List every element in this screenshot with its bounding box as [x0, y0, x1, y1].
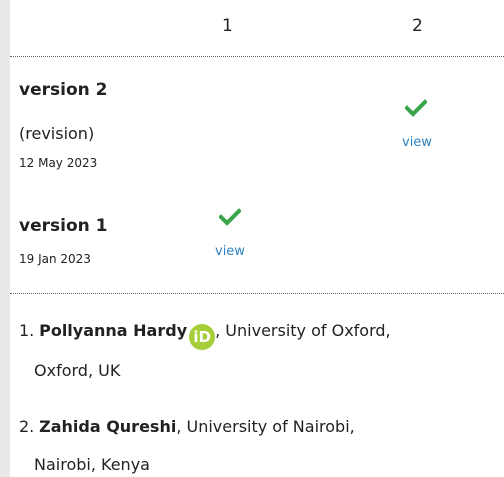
author-name[interactable]: Zahida Qureshi: [39, 417, 176, 436]
top-divider: [10, 56, 504, 57]
version-2-view-link[interactable]: view: [402, 135, 432, 150]
version-1-title: version 1: [19, 216, 108, 236]
version-2-date: 12 May 2023: [19, 156, 98, 170]
column-header-1: 1: [222, 16, 233, 36]
version-1-date: 19 Jan 2023: [19, 252, 91, 266]
version-2-title: version 2: [19, 80, 108, 100]
column-header-2: 2: [412, 16, 423, 36]
author-number: 2.: [19, 417, 35, 436]
author-2-affiliation-line2: Nairobi, Kenya: [34, 455, 150, 474]
left-gutter: [0, 0, 10, 477]
check-icon: [219, 208, 241, 226]
version-1-view-link[interactable]: view: [215, 244, 245, 259]
author-affiliation: , University of Oxford,: [215, 321, 391, 340]
author-affiliation: , University of Nairobi,: [176, 417, 355, 436]
orcid-icon[interactable]: iD: [189, 324, 216, 350]
author-number: 1.: [19, 321, 35, 340]
author-item-1: 1. Pollyanna Hardy iD, University of Oxfo…: [19, 321, 391, 350]
version-2-note: (revision): [19, 124, 95, 143]
author-name[interactable]: Pollyanna Hardy: [39, 321, 187, 340]
author-1-affiliation-line2: Oxford, UK: [34, 361, 121, 380]
bottom-divider: [10, 293, 504, 294]
author-item-2: 2. Zahida Qureshi, University of Nairobi…: [19, 417, 355, 437]
check-icon: [405, 99, 427, 117]
